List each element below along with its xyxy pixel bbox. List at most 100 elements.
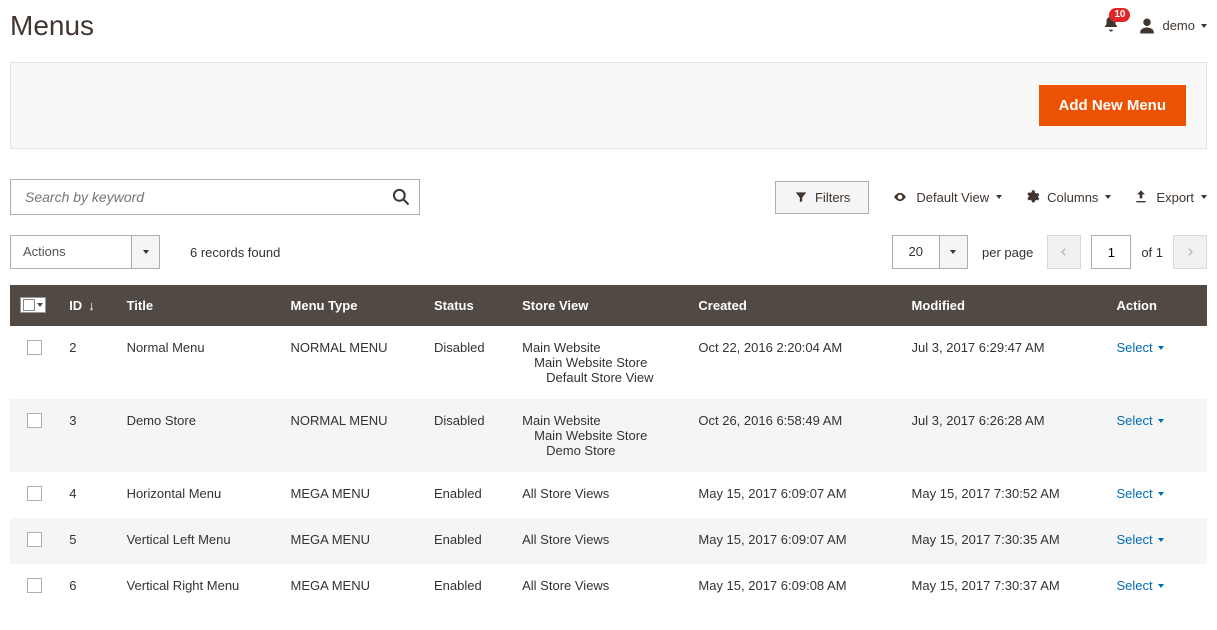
prev-page-button[interactable] xyxy=(1047,235,1081,269)
search-icon[interactable] xyxy=(391,187,411,207)
column-header-id[interactable]: ID↓ xyxy=(59,285,116,326)
cell-store-view: All Store Views xyxy=(512,564,688,610)
chevron-down-icon xyxy=(1158,492,1164,496)
notifications-button[interactable]: 10 xyxy=(1102,14,1120,37)
export-icon xyxy=(1133,189,1149,205)
cell-created: Oct 26, 2016 6:58:49 AM xyxy=(688,399,901,472)
search-box[interactable] xyxy=(10,179,420,215)
gear-icon xyxy=(1024,189,1040,205)
cell-menu-type: MEGA MENU xyxy=(281,472,424,518)
filter-icon xyxy=(794,190,808,204)
cell-status: Disabled xyxy=(424,399,512,472)
cell-store-view: All Store Views xyxy=(512,518,688,564)
chevron-down-icon xyxy=(1158,346,1164,350)
column-header-store-view[interactable]: Store View xyxy=(512,285,688,326)
cell-menu-type: MEGA MENU xyxy=(281,564,424,610)
row-checkbox[interactable] xyxy=(27,486,42,501)
actions-label: Actions xyxy=(11,236,131,268)
cell-title: Vertical Right Menu xyxy=(117,564,281,610)
page-title: Menus xyxy=(10,10,94,42)
export-label: Export xyxy=(1156,190,1194,205)
cell-modified: Jul 3, 2017 6:29:47 AM xyxy=(902,326,1107,399)
cell-modified: Jul 3, 2017 6:26:28 AM xyxy=(902,399,1107,472)
notifications-badge: 10 xyxy=(1109,8,1130,22)
column-header-created[interactable]: Created xyxy=(688,285,901,326)
cell-created: May 15, 2017 6:09:07 AM xyxy=(688,518,901,564)
page-input[interactable] xyxy=(1091,235,1131,269)
total-pages-label: of 1 xyxy=(1141,245,1163,260)
cell-created: May 15, 2017 6:09:08 AM xyxy=(688,564,901,610)
table-row[interactable]: 6Vertical Right MenuMEGA MENUEnabledAll … xyxy=(10,564,1207,610)
table-row[interactable]: 4Horizontal MenuMEGA MENUEnabledAll Stor… xyxy=(10,472,1207,518)
table-row[interactable]: 5Vertical Left MenuMEGA MENUEnabledAll S… xyxy=(10,518,1207,564)
row-action-select[interactable]: Select xyxy=(1117,578,1164,593)
column-header-action[interactable]: Action xyxy=(1107,285,1208,326)
cell-created: May 15, 2017 6:09:07 AM xyxy=(688,472,901,518)
column-header-menu-type[interactable]: Menu Type xyxy=(281,285,424,326)
cell-status: Disabled xyxy=(424,326,512,399)
chevron-down-icon xyxy=(37,303,43,307)
eye-icon xyxy=(891,190,909,204)
per-page-select[interactable]: 20 xyxy=(892,235,968,269)
row-checkbox[interactable] xyxy=(27,413,42,428)
default-view-label: Default View xyxy=(916,190,989,205)
chevron-down-icon xyxy=(996,195,1002,199)
chevron-left-icon xyxy=(1059,246,1069,258)
cell-status: Enabled xyxy=(424,518,512,564)
cell-status: Enabled xyxy=(424,472,512,518)
select-all-checkbox[interactable] xyxy=(20,297,46,313)
cell-created: Oct 22, 2016 2:20:04 AM xyxy=(688,326,901,399)
username: demo xyxy=(1162,18,1195,33)
cell-menu-type: MEGA MENU xyxy=(281,518,424,564)
cell-id: 4 xyxy=(59,472,116,518)
chevron-down-icon xyxy=(143,250,149,254)
default-view-button[interactable]: Default View xyxy=(891,190,1002,205)
cell-id: 5 xyxy=(59,518,116,564)
cell-title: Normal Menu xyxy=(117,326,281,399)
chevron-down-icon xyxy=(1201,195,1207,199)
chevron-down-icon xyxy=(1158,419,1164,423)
menus-grid: ID↓ Title Menu Type Status Store View Cr… xyxy=(10,285,1207,610)
cell-id: 3 xyxy=(59,399,116,472)
columns-button[interactable]: Columns xyxy=(1024,189,1111,205)
column-header-modified[interactable]: Modified xyxy=(902,285,1107,326)
row-action-select[interactable]: Select xyxy=(1117,532,1164,547)
chevron-down-icon xyxy=(950,250,956,254)
cell-modified: May 15, 2017 7:30:37 AM xyxy=(902,564,1107,610)
columns-label: Columns xyxy=(1047,190,1098,205)
cell-menu-type: NORMAL MENU xyxy=(281,326,424,399)
cell-id: 2 xyxy=(59,326,116,399)
table-row[interactable]: 2Normal MenuNORMAL MENUDisabledMain Webs… xyxy=(10,326,1207,399)
row-action-select[interactable]: Select xyxy=(1117,413,1164,428)
row-checkbox[interactable] xyxy=(27,532,42,547)
cell-title: Vertical Left Menu xyxy=(117,518,281,564)
per-page-value: 20 xyxy=(893,236,939,268)
row-action-select[interactable]: Select xyxy=(1117,340,1164,355)
cell-menu-type: NORMAL MENU xyxy=(281,399,424,472)
filters-button[interactable]: Filters xyxy=(775,181,869,214)
column-header-status[interactable]: Status xyxy=(424,285,512,326)
per-page-label: per page xyxy=(982,245,1033,260)
table-row[interactable]: 3Demo StoreNORMAL MENUDisabledMain Websi… xyxy=(10,399,1207,472)
chevron-right-icon xyxy=(1185,246,1195,258)
search-input[interactable] xyxy=(23,188,391,206)
row-action-select[interactable]: Select xyxy=(1117,486,1164,501)
next-page-button[interactable] xyxy=(1173,235,1207,269)
filters-label: Filters xyxy=(815,190,850,205)
cell-id: 6 xyxy=(59,564,116,610)
cell-title: Horizontal Menu xyxy=(117,472,281,518)
export-button[interactable]: Export xyxy=(1133,189,1207,205)
cell-modified: May 15, 2017 7:30:52 AM xyxy=(902,472,1107,518)
cell-store-view: All Store Views xyxy=(512,472,688,518)
row-checkbox[interactable] xyxy=(27,578,42,593)
row-checkbox[interactable] xyxy=(27,340,42,355)
column-header-title[interactable]: Title xyxy=(117,285,281,326)
records-found: 6 records found xyxy=(190,245,280,260)
cell-store-view: Main WebsiteMain Website StoreDemo Store xyxy=(512,399,688,472)
actions-dropdown[interactable]: Actions xyxy=(10,235,160,269)
chevron-down-icon xyxy=(1105,195,1111,199)
add-new-menu-button[interactable]: Add New Menu xyxy=(1039,85,1187,126)
cell-modified: May 15, 2017 7:30:35 AM xyxy=(902,518,1107,564)
user-menu[interactable]: demo xyxy=(1138,17,1207,35)
chevron-down-icon xyxy=(1201,24,1207,28)
